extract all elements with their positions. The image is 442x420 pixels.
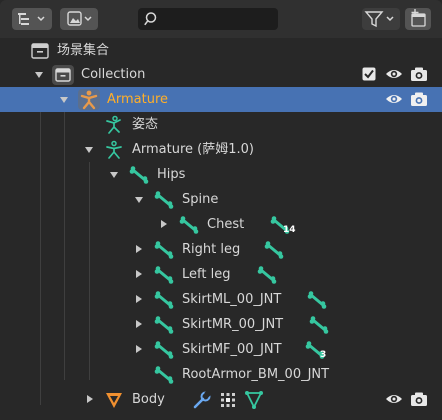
- bone-icon: [154, 291, 174, 309]
- tree-row-armature-data[interactable]: Armature (萨姆1.0): [0, 137, 442, 162]
- tree-row-label: RootArmor_BM_00_JNT: [182, 367, 330, 382]
- expand-toggle[interactable]: [85, 147, 93, 153]
- filter-icon: [364, 11, 394, 28]
- tree-row-bone-hips[interactable]: Hips: [0, 162, 442, 187]
- camera-icon[interactable]: [410, 91, 428, 107]
- armature-icon-box: [78, 89, 100, 110]
- outliner-header: [0, 0, 442, 38]
- armature-data-icon: [106, 140, 122, 159]
- tree-row-scene-collection[interactable]: 场景集合: [0, 38, 442, 63]
- collection-icon-box: [52, 65, 74, 85]
- tree-row-bone-right-leg[interactable]: Right leg: [0, 237, 442, 262]
- collection-icon: [55, 68, 71, 82]
- tree-row-label: Hips: [157, 167, 186, 182]
- collection-icon: [31, 43, 49, 59]
- pose-icon: [106, 115, 121, 134]
- checkbox-icon[interactable]: [362, 67, 376, 81]
- eye-icon[interactable]: [385, 66, 403, 82]
- tree-row-label: Left leg: [182, 267, 231, 282]
- expand-toggle[interactable]: [161, 220, 167, 228]
- tree-row-label: Chest: [207, 217, 245, 232]
- camera-icon[interactable]: [410, 66, 428, 82]
- expand-toggle[interactable]: [136, 245, 142, 253]
- display-mode-icon: [18, 13, 45, 25]
- vertex-group-icon[interactable]: [244, 390, 264, 410]
- tree-row-label: Body: [132, 392, 165, 407]
- tree-row-label: SkirtML_00_JNT: [182, 292, 282, 307]
- armature-icon: [80, 90, 98, 110]
- bone-icon: [154, 241, 174, 259]
- tree-row-label: SkirtMR_00_JNT: [182, 317, 284, 332]
- tree-row-body[interactable]: Body: [0, 387, 442, 412]
- view-layer-dropdown[interactable]: [60, 8, 98, 30]
- eye-icon[interactable]: [385, 391, 403, 407]
- tree-row-bone-spine[interactable]: Spine: [0, 187, 442, 212]
- expand-toggle[interactable]: [60, 97, 68, 103]
- bone-icon: [154, 366, 174, 384]
- tree-row-bone-skirtmf[interactable]: SkirtMF_00_JNT 3: [0, 337, 442, 362]
- mesh-icon: [106, 393, 122, 408]
- new-collection-icon: [411, 9, 426, 27]
- display-mode-dropdown[interactable]: [12, 8, 52, 30]
- modifier-icon[interactable]: [218, 390, 238, 410]
- tree-row-bone-chest[interactable]: Chest 14: [0, 212, 442, 237]
- bone-icon: [179, 216, 199, 234]
- tree-row-label: Armature: [107, 92, 169, 107]
- new-collection-button[interactable]: [405, 8, 431, 30]
- expand-toggle[interactable]: [136, 295, 142, 303]
- tree-row-bone-skirtmr[interactable]: SkirtMR_00_JNT: [0, 312, 442, 337]
- bone-icon: [154, 316, 174, 334]
- expand-toggle[interactable]: [87, 395, 93, 403]
- bone-icon: [154, 191, 174, 209]
- child-count-badge: 14: [283, 225, 296, 235]
- tree-row-armature[interactable]: Armature: [0, 87, 442, 112]
- bone-icon: [154, 266, 174, 284]
- tree-row-label: Armature (萨姆1.0): [132, 142, 254, 157]
- tree-row-bone-left-leg[interactable]: Left leg: [0, 262, 442, 287]
- tree-row-label: Collection: [81, 67, 146, 82]
- tree-row-pose[interactable]: 姿态: [0, 112, 442, 137]
- bone-icon: [129, 166, 149, 184]
- bone-icon[interactable]: [307, 290, 327, 310]
- camera-icon[interactable]: [410, 391, 428, 407]
- expand-toggle[interactable]: [135, 197, 143, 203]
- expand-toggle[interactable]: [35, 72, 43, 78]
- expand-toggle[interactable]: [110, 172, 118, 178]
- tree-row-label: Right leg: [182, 242, 241, 257]
- outliner-panel: 场景集合 Collection Armature 姿态 Armature (萨姆…: [0, 0, 442, 420]
- tree-row-label: 姿态: [132, 117, 159, 132]
- search-icon: [144, 12, 157, 26]
- expand-toggle[interactable]: [136, 270, 142, 278]
- bone-icon: [154, 341, 174, 359]
- tree-row-label: Spine: [182, 192, 219, 207]
- scene-collection-label: 场景集合: [57, 43, 110, 58]
- expand-toggle[interactable]: [136, 345, 142, 353]
- search-input[interactable]: [138, 8, 278, 30]
- child-count-badge: 3: [320, 350, 327, 360]
- view-layer-icon: [67, 11, 92, 26]
- expand-toggle[interactable]: [136, 320, 142, 328]
- bone-icon[interactable]: [309, 315, 329, 335]
- tree-row-bone-skirtml[interactable]: SkirtML_00_JNT: [0, 287, 442, 312]
- bone-icon[interactable]: [264, 240, 284, 260]
- wrench-icon[interactable]: [192, 390, 212, 410]
- tree-row-label: SkirtMF_00_JNT: [182, 342, 282, 357]
- tree-row-collection[interactable]: Collection: [0, 62, 442, 87]
- tree-row-bone-rootarmor[interactable]: RootArmor_BM_00_JNT: [0, 362, 442, 387]
- filter-dropdown[interactable]: [362, 8, 400, 30]
- bone-icon[interactable]: [257, 265, 277, 285]
- eye-icon[interactable]: [385, 91, 403, 107]
